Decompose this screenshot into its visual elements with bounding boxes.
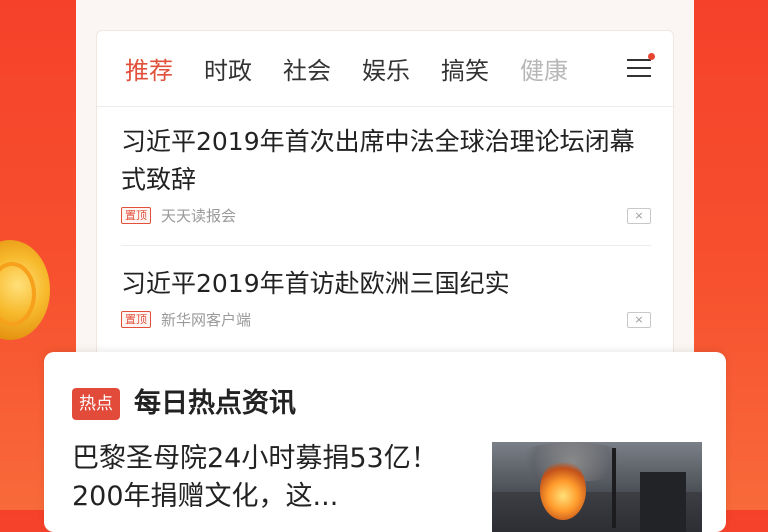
- hot-section-title: 每日热点资讯: [134, 388, 296, 419]
- news-meta: 置顶 新华网客户端 ×: [121, 309, 651, 330]
- image-tower: [640, 472, 686, 532]
- image-spire: [612, 448, 616, 528]
- tab-politics[interactable]: 时政: [204, 51, 252, 86]
- category-tabs: 推荐 时政 社会 娱乐 搞笑 健康: [97, 31, 673, 107]
- news-meta: 置顶 天天读报会 ×: [121, 205, 651, 226]
- news-source: 新华网客户端: [161, 311, 252, 329]
- tab-society[interactable]: 社会: [283, 51, 331, 86]
- news-title[interactable]: 习近平2019年首次出席中法全球治理论坛闭幕式致辞: [121, 123, 651, 199]
- menu-icon[interactable]: [627, 53, 655, 79]
- hot-headline[interactable]: 巴黎圣母院24小时募捐53亿！200年捐赠文化，这...: [72, 440, 472, 516]
- news-item[interactable]: 习近平2019年首次出席中法全球治理论坛闭幕式致辞 置顶 天天读报会 ×: [121, 123, 651, 226]
- hot-badge: 热点: [72, 388, 120, 420]
- news-thumbnail-image[interactable]: [492, 442, 702, 532]
- image-fire: [540, 460, 586, 520]
- tab-entertainment[interactable]: 娱乐: [362, 51, 410, 86]
- news-source: 天天读报会: [161, 207, 237, 225]
- notification-dot-icon: [648, 53, 655, 60]
- news-feed-card: 推荐 时政 社会 娱乐 搞笑 健康 习近平2019年首次出席中法全球治理论坛闭幕…: [96, 30, 674, 372]
- divider: [121, 245, 651, 246]
- news-item[interactable]: 习近平2019年首访赴欧洲三国纪实 置顶 新华网客户端 ×: [121, 265, 651, 330]
- gold-coin-decoration: [0, 240, 50, 340]
- coin-inner-ring: [0, 262, 36, 326]
- tab-recommend[interactable]: 推荐: [125, 51, 173, 86]
- pinned-badge: 置顶: [121, 207, 151, 224]
- tab-health[interactable]: 健康: [520, 51, 568, 86]
- close-icon[interactable]: ×: [627, 311, 651, 328]
- news-title[interactable]: 习近平2019年首访赴欧洲三国纪实: [121, 265, 651, 303]
- close-icon[interactable]: ×: [627, 207, 651, 224]
- hot-news-card[interactable]: 热点 每日热点资讯 巴黎圣母院24小时募捐53亿！200年捐赠文化，这...: [44, 352, 726, 532]
- pinned-badge: 置顶: [121, 311, 151, 328]
- tab-funny[interactable]: 搞笑: [441, 51, 489, 86]
